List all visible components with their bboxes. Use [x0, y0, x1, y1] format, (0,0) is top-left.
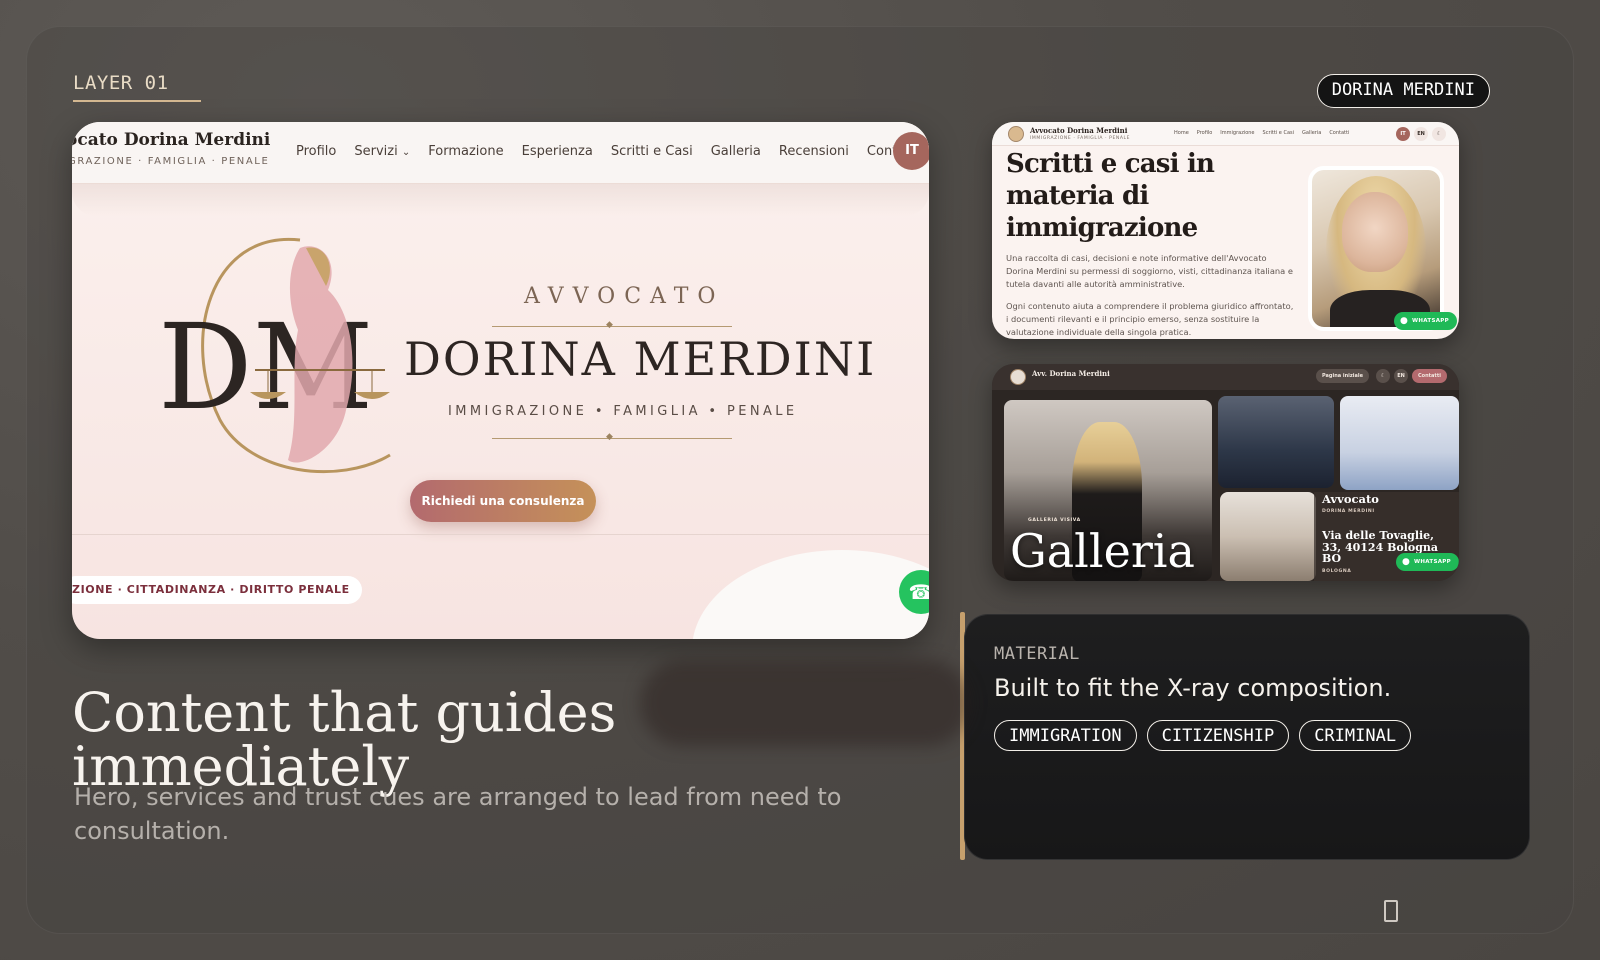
decorative-arc: [692, 550, 929, 639]
hero-practice-areas: IMMIGRAZIONE • FAMIGLIA • PENALE: [448, 404, 798, 419]
thumb1-intro: Una raccolta di casi, decisioni e note i…: [1006, 253, 1293, 289]
decorative-glow: [640, 660, 970, 746]
site-navbar: ocato Dorina Merdini GRAZIONE · FAMIGLIA…: [72, 122, 929, 184]
thumb1-nav-galleria[interactable]: Galleria: [1302, 130, 1321, 136]
hero-divider-bottom: [492, 432, 732, 442]
writings-page-preview[interactable]: Avvocato Dorina Merdini IMMIGRAZIONE · F…: [992, 122, 1459, 339]
nav-link-esperienza[interactable]: Esperienza: [522, 144, 593, 159]
tag-citizenship[interactable]: CITIZENSHIP: [1146, 720, 1290, 751]
contact-card-subtitle: DORINA MERDINI: [1322, 509, 1375, 514]
gallery-title: Galleria: [1010, 524, 1195, 578]
material-tags: IMMIGRATION CITIZENSHIP CRIMINAL: [994, 720, 1412, 751]
thumb1-brand-subtitle: IMMIGRAZIONE · FAMIGLIA · PENALE: [1030, 136, 1131, 141]
thumb1-nav-links: Home Profilo Immigrazione Scritti e Casi…: [1174, 130, 1349, 136]
gallery-photo-portrait: [1220, 492, 1316, 581]
lady-justice-logo: DM: [158, 237, 391, 473]
thumb1-note: Ogni contenuto aiuta a comprendere il pr…: [1006, 301, 1294, 337]
nav-link-profilo[interactable]: Profilo: [296, 144, 336, 159]
avatar: [1010, 369, 1026, 385]
moon-icon[interactable]: ☾: [1432, 127, 1446, 141]
hero-divider-top: [492, 320, 732, 330]
moon-icon[interactable]: ☾: [1376, 369, 1390, 383]
hero-shadow: [72, 184, 929, 216]
nav-link-galleria[interactable]: Galleria: [711, 144, 761, 159]
avatar: [1008, 126, 1024, 142]
thumb1-whatsapp-button[interactable]: WHATSAPP: [1394, 312, 1457, 330]
gallery-photo-bar-association: [1340, 396, 1459, 490]
hero-name: DORINA MERDINI: [404, 332, 877, 386]
consultation-button[interactable]: Richiedi una consulenza: [410, 480, 596, 522]
nav-link-scritti[interactable]: Scritti e Casi: [611, 144, 693, 159]
thumb1-title: Scritti e casi in materia di immigrazion…: [1006, 149, 1215, 243]
hero-eyebrow: AVVOCATO: [524, 284, 725, 309]
nav-link-recensioni[interactable]: Recensioni: [779, 144, 849, 159]
site-brand-subtitle: GRAZIONE · FAMIGLIA · PENALE: [72, 156, 270, 167]
contact-card-title: Avvocato: [1322, 492, 1379, 506]
tag-immigration[interactable]: IMMIGRATION: [994, 720, 1137, 751]
layer-label: LAYER 01: [73, 72, 201, 102]
gallery-page-preview[interactable]: Avv. Dorina Merdini Pagina iniziale ☾ EN…: [992, 364, 1459, 581]
thumb1-nav-profilo[interactable]: Profilo: [1197, 130, 1213, 136]
thumb1-lang-en[interactable]: EN: [1414, 127, 1428, 141]
headline: Content that guides immediately: [72, 681, 617, 798]
subheadline: Hero, services and trust cues are arrang…: [74, 783, 842, 845]
hero-divider-line: [72, 534, 929, 535]
thumb1-nav-scritti[interactable]: Scritti e Casi: [1263, 130, 1294, 136]
nav-link-formazione[interactable]: Formazione: [428, 144, 503, 159]
services-ticker: ZIONE · CITTADINANZA · DIRITTO PENALE: [72, 576, 362, 604]
thumb1-nav-home[interactable]: Home: [1174, 130, 1189, 136]
tag-criminal[interactable]: CRIMINAL: [1299, 720, 1412, 751]
language-button[interactable]: IT: [893, 132, 929, 170]
thumb1-nav-immigrazione[interactable]: Immigrazione: [1220, 130, 1254, 136]
portrait-photo: [1308, 166, 1444, 331]
site-nav-links: Profilo Servizi ⌄ Formazione Esperienza …: [296, 144, 919, 159]
thumb2-whatsapp-button[interactable]: WHATSAPP: [1396, 553, 1459, 571]
thumb2-brand: Avv. Dorina Merdini: [1032, 369, 1110, 378]
material-eyebrow: MATERIAL: [994, 644, 1080, 664]
material-title: Built to fit the X-ray composition.: [994, 674, 1392, 702]
thumb2-contact-button[interactable]: Contatti: [1412, 369, 1447, 383]
thumb2-navbar: Avv. Dorina Merdini Pagina iniziale ☾ EN…: [992, 364, 1459, 390]
thumb1-lang-it[interactable]: IT: [1396, 127, 1410, 141]
nav-link-servizi[interactable]: Servizi ⌄: [354, 144, 410, 159]
thumb1-brand: Avvocato Dorina Merdini: [1030, 126, 1128, 135]
thumb2-lang-en[interactable]: EN: [1394, 369, 1408, 383]
main-site-preview[interactable]: ocato Dorina Merdini GRAZIONE · FAMIGLIA…: [72, 122, 929, 639]
contact-card-city: BOLOGNA: [1322, 569, 1352, 574]
thumb2-home-button[interactable]: Pagina iniziale: [1316, 369, 1369, 383]
chevron-down-icon: ⌄: [401, 147, 411, 158]
name-badge[interactable]: DORINA MERDINI: [1316, 74, 1490, 108]
gallery-photo-conference: [1218, 396, 1334, 488]
thumb1-navbar: Avvocato Dorina Merdini IMMIGRAZIONE · F…: [992, 122, 1459, 146]
gallery-kicker: GALLERIA VISIVA: [1028, 518, 1081, 523]
phone-icon[interactable]: [1384, 900, 1398, 922]
site-brand[interactable]: ocato Dorina Merdini: [72, 130, 270, 150]
thumb1-nav-contatti[interactable]: Contatti: [1329, 130, 1349, 136]
